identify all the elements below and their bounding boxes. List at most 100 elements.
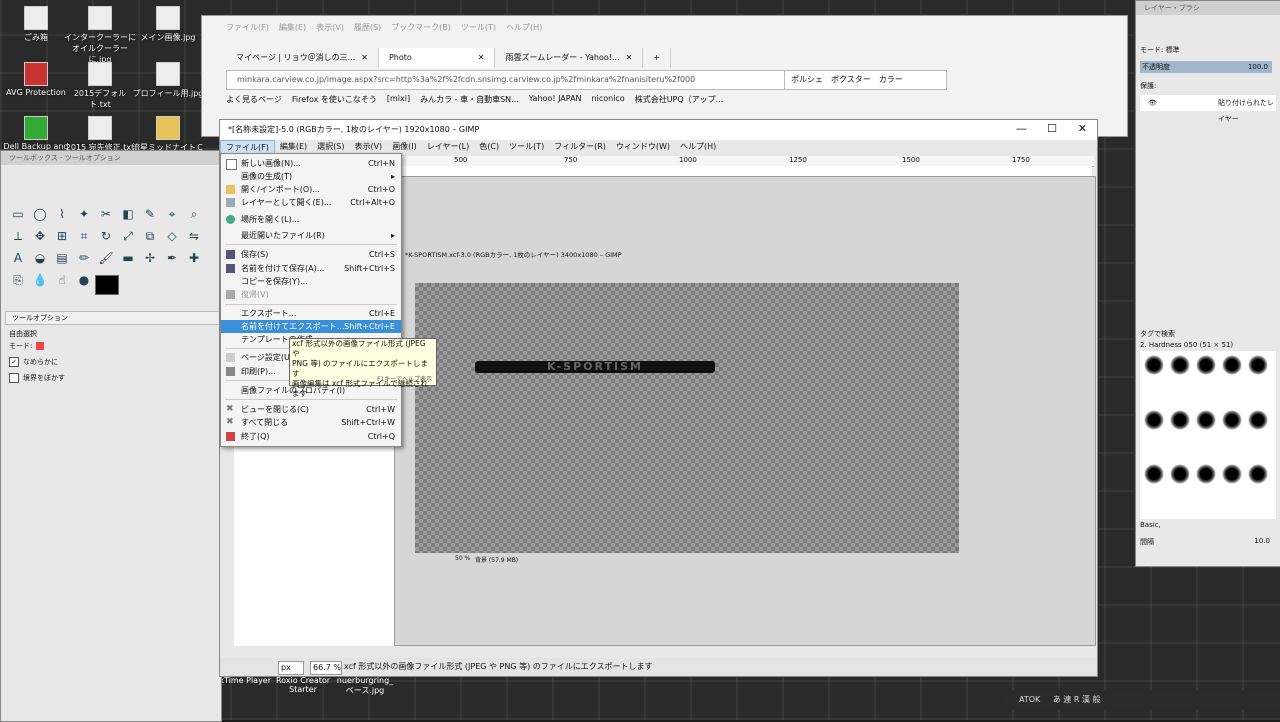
menu-windows[interactable]: ウィンドウ(W) [611, 140, 675, 154]
checkbox[interactable] [9, 373, 19, 383]
menu-view[interactable]: 表示(V) [316, 22, 344, 33]
ellipse-select-icon[interactable]: ◯ [31, 205, 49, 223]
menu-help[interactable]: ヘルプ(H) [506, 22, 542, 33]
measure-icon[interactable]: ⟂ [9, 227, 27, 245]
brush-item[interactable] [1222, 355, 1242, 375]
desktop-icon-dell-backup[interactable]: Dell Backup and [0, 116, 72, 151]
scale-icon[interactable]: ⤢ [119, 227, 137, 245]
paintbrush-icon[interactable]: 🖌 [97, 249, 115, 267]
brush-item[interactable] [1222, 464, 1242, 485]
zoom-icon[interactable]: ⌕ [185, 205, 203, 223]
fg-bg-colors[interactable] [95, 275, 129, 305]
move-icon[interactable]: ✥ [31, 227, 49, 245]
brush-item[interactable] [1170, 464, 1190, 485]
align-icon[interactable]: ⊞ [53, 227, 71, 245]
antialias-option[interactable]: ✓ なめらかに [9, 357, 58, 367]
desktop-icon-recycle-bin[interactable]: ごみ箱 [0, 6, 72, 43]
color-picker-icon[interactable]: ⌖ [163, 205, 181, 223]
menu-item-open[interactable]: 開く/インポート(O)... Ctrl+O [221, 183, 401, 196]
spacing-row[interactable]: 間隔 10.0 [1140, 537, 1270, 547]
feather-option[interactable]: 境界をぼかす [9, 373, 65, 383]
close-icon[interactable]: ✕ [361, 48, 368, 68]
desktop-icon-file[interactable]: メイン画像.jpg [132, 6, 204, 43]
rect-select-icon[interactable]: ▭ [9, 205, 27, 223]
brush-item[interactable] [1248, 409, 1268, 430]
bookmark-item[interactable]: [mixi] [387, 94, 410, 105]
brush-item[interactable] [1144, 355, 1164, 375]
menu-file[interactable]: ファイル(F) [220, 140, 275, 154]
browser-tab-active[interactable]: Photo ✕ [378, 48, 496, 68]
crop-icon[interactable]: ⌗ [75, 227, 93, 245]
smudge-icon[interactable]: ☝ [53, 271, 71, 289]
ink-icon[interactable]: ✒ [163, 249, 181, 267]
menu-edit[interactable]: 編集(E) [275, 140, 312, 154]
desktop-icon-file[interactable]: インタークーラーにオイルクーラーに.jpg [64, 6, 136, 65]
foreground-select-icon[interactable]: ◧ [119, 205, 137, 223]
brush-item[interactable] [1248, 355, 1268, 375]
desktop-icon-file[interactable]: 2015デフォルト.txt [64, 62, 136, 110]
brush-item[interactable] [1144, 464, 1164, 485]
desktop-icon-avg[interactable]: AVG Protection [0, 62, 72, 97]
opacity-slider[interactable]: 不透明度 100.0 [1140, 61, 1272, 73]
mode-replace-button[interactable] [36, 342, 45, 350]
paths-icon[interactable]: ✎ [141, 205, 159, 223]
blur-icon[interactable]: 💧 [31, 271, 49, 289]
menu-tools[interactable]: ツール(T) [504, 140, 549, 154]
eye-icon[interactable]: 👁 [1148, 99, 1157, 107]
menu-item-close-all[interactable]: ✖ すべて閉じる Shift+Ctrl+W [221, 416, 401, 429]
flip-icon[interactable]: ⇋ [185, 227, 203, 245]
bookmark-item[interactable]: みんカラ - 車・自動車SN... [420, 94, 519, 105]
menu-item-close-view[interactable]: ✖ ビューを閉じる(C) Ctrl+W [221, 403, 401, 416]
zoom-select[interactable]: 66.7 % [310, 661, 342, 675]
bookmark-item[interactable]: niconico [592, 94, 625, 105]
menu-item-export[interactable]: エクスポート... Ctrl+E [221, 307, 401, 320]
layer-item[interactable]: 👁 貼り付けられたレイヤー [1140, 95, 1276, 123]
free-select-icon[interactable]: ⌇ [53, 205, 71, 223]
menu-item-revert[interactable]: 復帰(V) [221, 288, 401, 301]
menu-item-open-location[interactable]: 場所を開く(L)... [221, 213, 401, 226]
browser-tab[interactable]: マイページ | リョウ＠消しの三... ✕ [226, 48, 379, 68]
menu-history[interactable]: 履歴(S) [354, 22, 381, 33]
clone-icon[interactable]: ⎘ [9, 271, 27, 289]
minimize-icon[interactable]: — [1016, 122, 1027, 135]
brush-item[interactable] [1170, 409, 1190, 430]
brush-tag-search[interactable]: タグで検索 [1140, 329, 1175, 339]
brush-item[interactable] [1248, 464, 1268, 485]
menu-item-export-as[interactable]: 名前を付けてエクスポート... Shift+Ctrl+E [221, 320, 401, 333]
desktop-icon-roxio[interactable]: Roxio Creator Starter [272, 676, 334, 694]
perspective-icon[interactable]: ◇ [163, 227, 181, 245]
menu-filters[interactable]: フィルター(R) [549, 140, 611, 154]
eraser-icon[interactable]: ▬ [119, 249, 137, 267]
menu-file[interactable]: ファイル(F) [226, 22, 269, 33]
new-tab-button[interactable]: + [643, 48, 672, 68]
airbrush-icon[interactable]: ✢ [141, 249, 159, 267]
brush-item[interactable] [1170, 355, 1190, 375]
brush-preset[interactable]: Basic, [1140, 521, 1161, 529]
menu-item-save-as[interactable]: 名前を付けて保存(A)... Shift+Ctrl+S [221, 262, 401, 275]
brush-item[interactable] [1222, 409, 1242, 430]
menu-tools[interactable]: ツール(T) [461, 22, 496, 33]
menu-help[interactable]: ヘルプ(H) [675, 140, 721, 154]
dodge-icon[interactable]: ● [75, 271, 93, 289]
tab-tool-options[interactable]: ツールオプション [5, 311, 223, 325]
menu-item-save-copy[interactable]: コピーを保存(Y)... [221, 275, 401, 288]
menu-view[interactable]: 表示(V) [349, 140, 387, 154]
ime-atok[interactable]: ATOK [1019, 695, 1040, 704]
blend-icon[interactable]: ▤ [53, 249, 71, 267]
menu-item-save[interactable]: 保存(S) Ctrl+S [221, 248, 401, 261]
desktop-icon-file[interactable]: 2015 宛先修正.txt [64, 116, 136, 153]
bucket-fill-icon[interactable]: ◒ [31, 249, 49, 267]
rotate-icon[interactable]: ↻ [97, 227, 115, 245]
close-icon[interactable]: ✕ [478, 48, 485, 68]
menu-item-quit[interactable]: 終了(Q) Ctrl+Q [221, 430, 401, 443]
close-icon[interactable]: ✕ [1078, 122, 1087, 135]
layer-mode-row[interactable]: モード: 標準 [1140, 45, 1180, 55]
bookmark-item[interactable]: よく見るページ [226, 94, 282, 105]
brush-item[interactable] [1144, 409, 1164, 430]
brush-item[interactable] [1196, 355, 1216, 375]
brush-item[interactable] [1196, 464, 1216, 485]
scissors-icon[interactable]: ✂ [97, 205, 115, 223]
desktop-icon-image[interactable]: nuerburgring_ベース.jpg [334, 676, 396, 696]
menu-color[interactable]: 色(C) [474, 140, 504, 154]
browser-tab[interactable]: 雨雲ズームレーダー - Yahoo!... ✕ [495, 48, 644, 68]
